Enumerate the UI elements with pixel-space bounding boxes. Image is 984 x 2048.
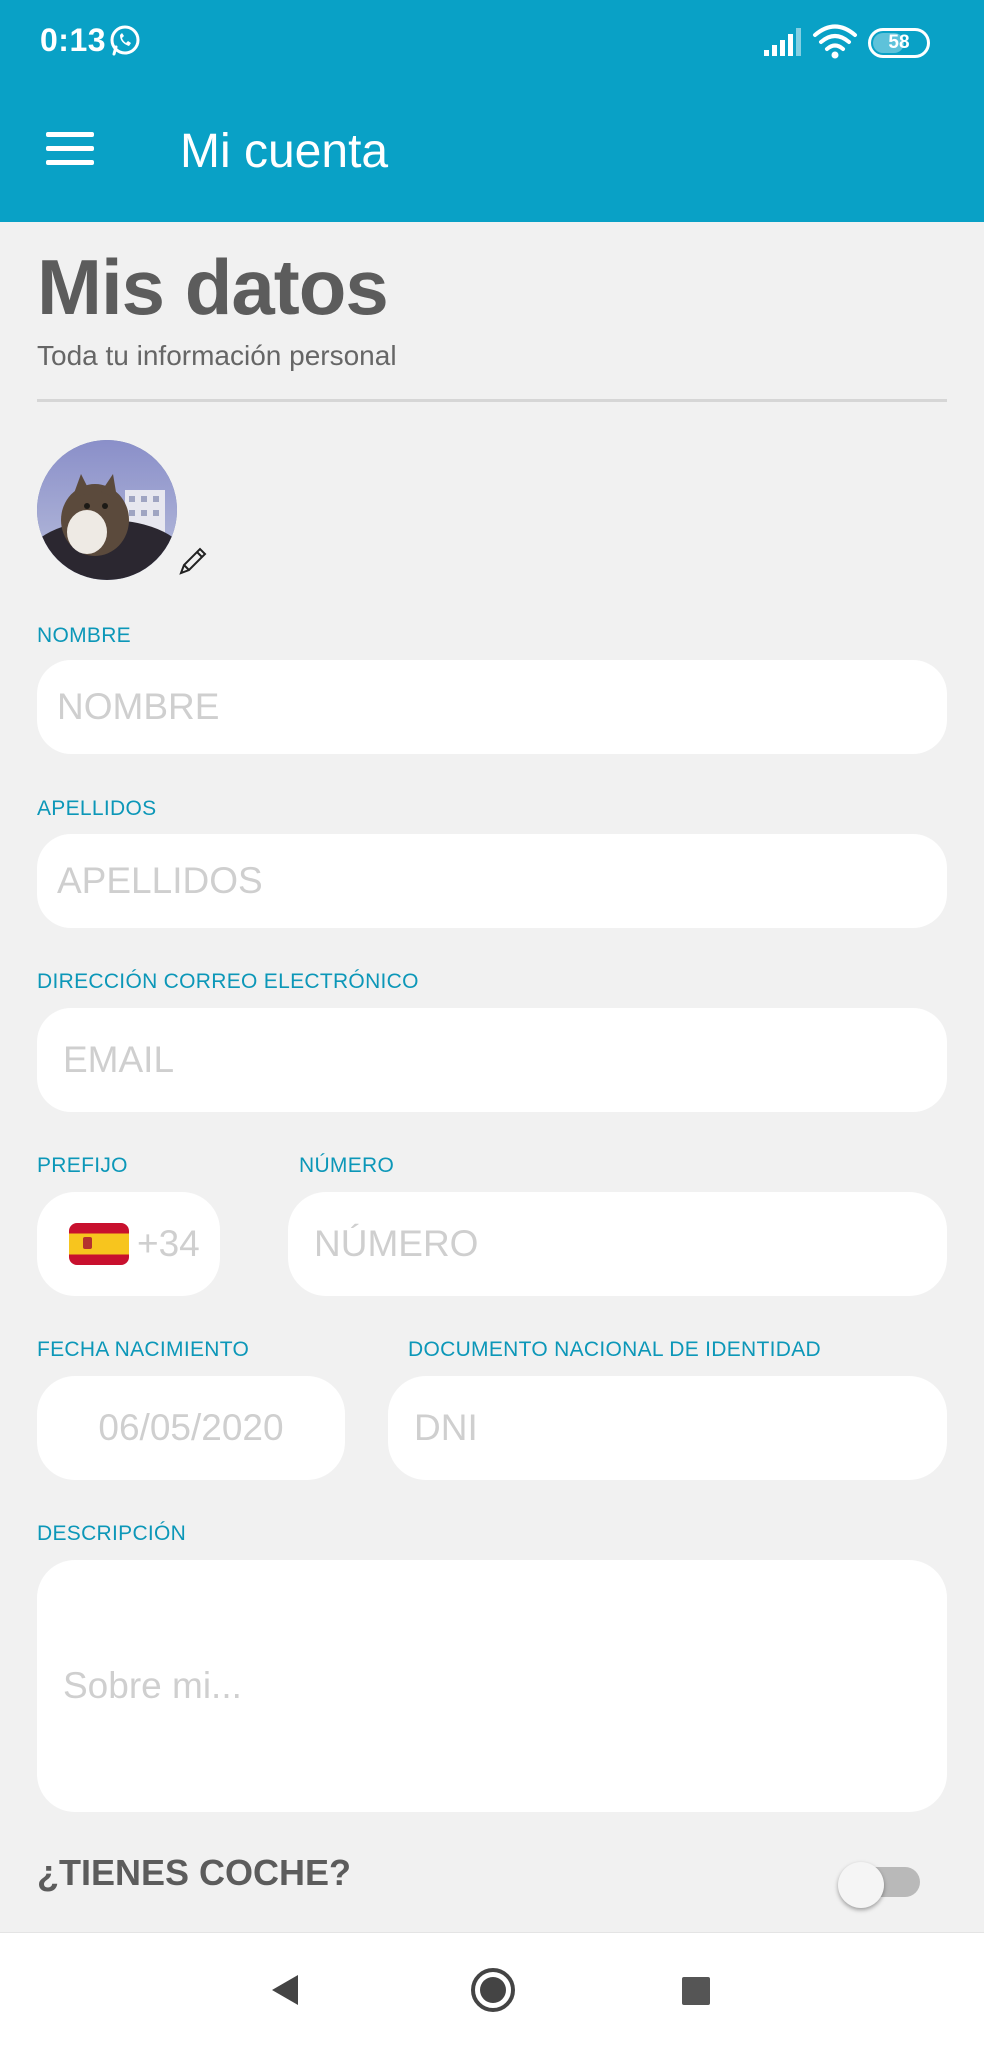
dni-field-container	[388, 1376, 947, 1480]
fecha-label: FECHA NACIMIENTO	[37, 1338, 250, 1361]
signal-icon	[764, 28, 801, 56]
status-time: 0:13	[40, 22, 107, 58]
apellidos-label: APELLIDOS	[37, 797, 157, 820]
descripcion-label: DESCRIPCIÓN	[37, 1522, 187, 1545]
apellidos-input[interactable]	[57, 834, 947, 928]
apellidos-field-container	[37, 834, 947, 928]
numero-field-container	[288, 1192, 947, 1296]
wifi-icon	[813, 24, 857, 59]
home-icon[interactable]	[470, 1967, 516, 2013]
email-label: DIRECCIÓN CORREO ELECTRÓNICO	[37, 970, 419, 993]
spain-flag-icon	[69, 1223, 129, 1265]
nombre-label: NOMBRE	[37, 624, 131, 647]
battery-icon: 58	[868, 28, 930, 58]
app-bar: Mi cuenta	[0, 90, 984, 222]
fecha-field-container	[37, 1376, 345, 1480]
page-title: Mis datos	[37, 243, 389, 331]
descripcion-field-container	[37, 1560, 947, 1812]
status-bar: 0:13 58	[0, 0, 984, 90]
descripcion-textarea[interactable]	[63, 1663, 921, 1709]
header-divider	[37, 399, 947, 402]
email-input[interactable]	[63, 1008, 947, 1112]
page-subtitle: Toda tu información personal	[37, 340, 397, 371]
nombre-input[interactable]	[57, 660, 947, 754]
pencil-icon[interactable]	[176, 544, 210, 578]
dni-label: DOCUMENTO NACIONAL DE IDENTIDAD	[408, 1338, 822, 1361]
nombre-field-container	[37, 660, 947, 754]
hamburger-menu-icon[interactable]	[46, 132, 94, 172]
avatar-photo	[37, 440, 177, 580]
recent-apps-icon[interactable]	[682, 1977, 710, 2005]
fecha-input[interactable]	[37, 1376, 345, 1480]
dni-input[interactable]	[414, 1376, 947, 1480]
avatar[interactable]	[37, 440, 177, 580]
whatsapp-icon	[110, 25, 140, 56]
back-icon[interactable]	[268, 1973, 302, 2007]
tienes-coche-toggle[interactable]	[838, 1862, 920, 1908]
prefix-value: +34	[137, 1223, 200, 1264]
numero-label: NÚMERO	[299, 1154, 395, 1177]
email-field-container	[37, 1008, 947, 1112]
prefix-selector[interactable]: +34	[37, 1192, 220, 1296]
tienes-coche-title: ¿TIENES COCHE?	[37, 1852, 352, 1893]
prefijo-label: PREFIJO	[37, 1154, 128, 1177]
battery-level: 58	[888, 32, 910, 53]
numero-input[interactable]	[314, 1192, 947, 1296]
system-nav-bar	[0, 1932, 984, 2048]
app-bar-title: Mi cuenta	[180, 125, 389, 178]
